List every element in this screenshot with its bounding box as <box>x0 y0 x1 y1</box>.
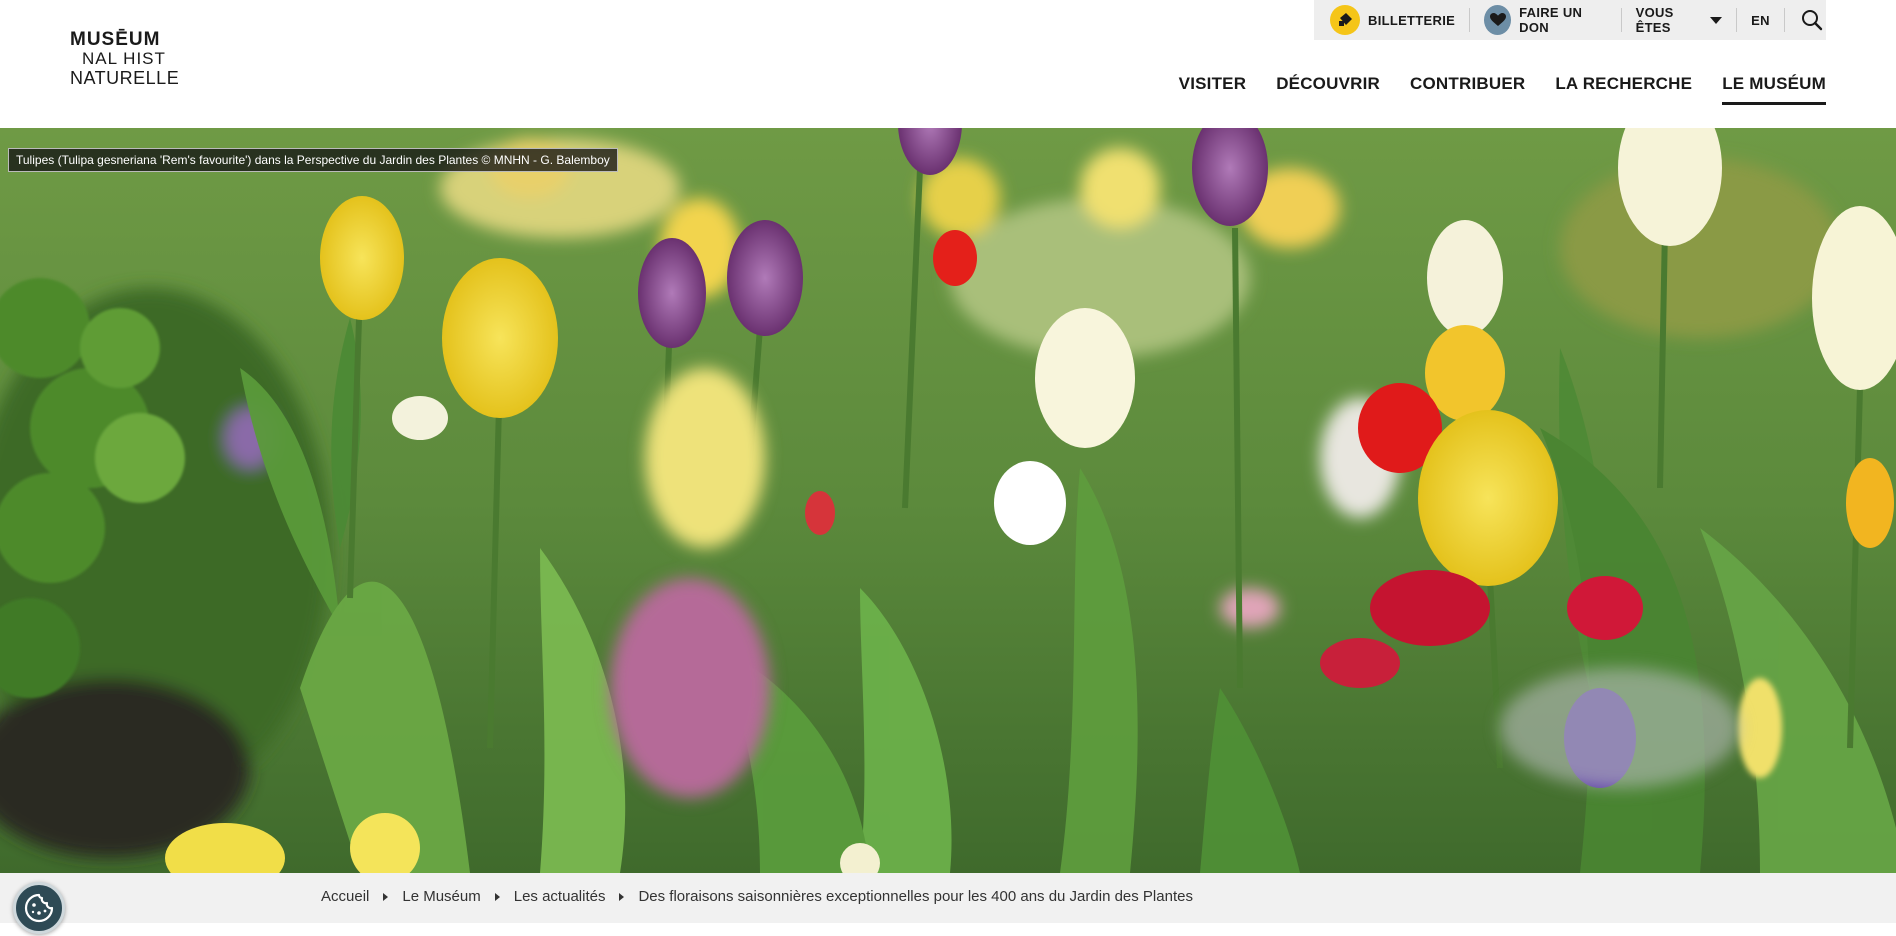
language-switch[interactable]: EN <box>1751 0 1770 40</box>
nav-item-la-recherche[interactable]: LA RECHERCHE <box>1555 70 1692 105</box>
museum-logo[interactable]: MUSĒUM NAL HIST NATURELLE <box>70 29 180 89</box>
chevron-right-icon <box>383 892 389 901</box>
breadcrumb-item-current: Des floraisons saisonnières exceptionnel… <box>638 888 1193 905</box>
cookie-icon <box>24 893 54 923</box>
hero-image: Tulipes (Tulipa gesneriana 'Rem's favour… <box>0 128 1896 873</box>
audience-dropdown[interactable]: VOUS ÊTES <box>1636 0 1723 40</box>
donate-link[interactable]: FAIRE UN DON <box>1483 0 1607 40</box>
ticketing-label: BILLETTERIE <box>1368 12 1456 28</box>
audience-label: VOUS ÊTES <box>1635 5 1674 35</box>
heart-icon <box>1483 5 1512 35</box>
nav-item-le-museum[interactable]: LE MUSÉUM <box>1722 70 1826 105</box>
logo-line-1: MUSĒUM <box>70 29 161 50</box>
nav-item-contribuer[interactable]: CONTRIBUER <box>1410 70 1525 105</box>
utility-divider <box>1469 8 1470 32</box>
breadcrumb-item-les-actualites[interactable]: Les actualités <box>514 888 606 905</box>
breadcrumb-item-le-museum[interactable]: Le Muséum <box>402 888 480 905</box>
search-button[interactable] <box>1799 5 1826 35</box>
ticket-icon <box>1330 5 1360 35</box>
utility-bar: BILLETTERIE FAIRE UN DON VOUS ÊTES EN <box>1314 0 1826 40</box>
donate-label: FAIRE UN DON <box>1519 5 1583 35</box>
nav-item-decouvrir[interactable]: DÉCOUVRIR <box>1276 70 1380 105</box>
tulip-garden-photo <box>0 128 1896 873</box>
language-label: EN <box>1751 12 1770 28</box>
chevron-right-icon <box>494 892 500 901</box>
utility-divider <box>1736 8 1738 32</box>
photo-caption: Tulipes (Tulipa gesneriana 'Rem's favour… <box>8 148 618 172</box>
nav-item-visiter[interactable]: VISITER <box>1179 70 1247 105</box>
breadcrumb: Accueil Le Muséum Les actualités Des flo… <box>321 888 1193 905</box>
utility-divider <box>1620 8 1622 32</box>
search-icon <box>1802 10 1823 31</box>
main-navigation: VISITER DÉCOUVRIR CONTRIBUER LA RECHERCH… <box>1149 70 1826 105</box>
logo-line-2: NAL HIST <box>82 49 166 68</box>
logo-line-3: NATURELLE <box>70 68 180 88</box>
breadcrumb-item-accueil[interactable]: Accueil <box>321 888 369 905</box>
breadcrumb-bar: Accueil Le Muséum Les actualités Des flo… <box>0 873 1896 923</box>
site-header: MUSĒUM NAL HIST NATURELLE BILLETTERIE FA… <box>0 0 1896 128</box>
chevron-down-icon <box>1710 16 1723 24</box>
ticketing-link[interactable]: BILLETTERIE <box>1330 0 1455 40</box>
utility-divider <box>1783 8 1785 32</box>
chevron-right-icon <box>619 892 625 901</box>
cookie-settings-button[interactable] <box>13 882 65 934</box>
